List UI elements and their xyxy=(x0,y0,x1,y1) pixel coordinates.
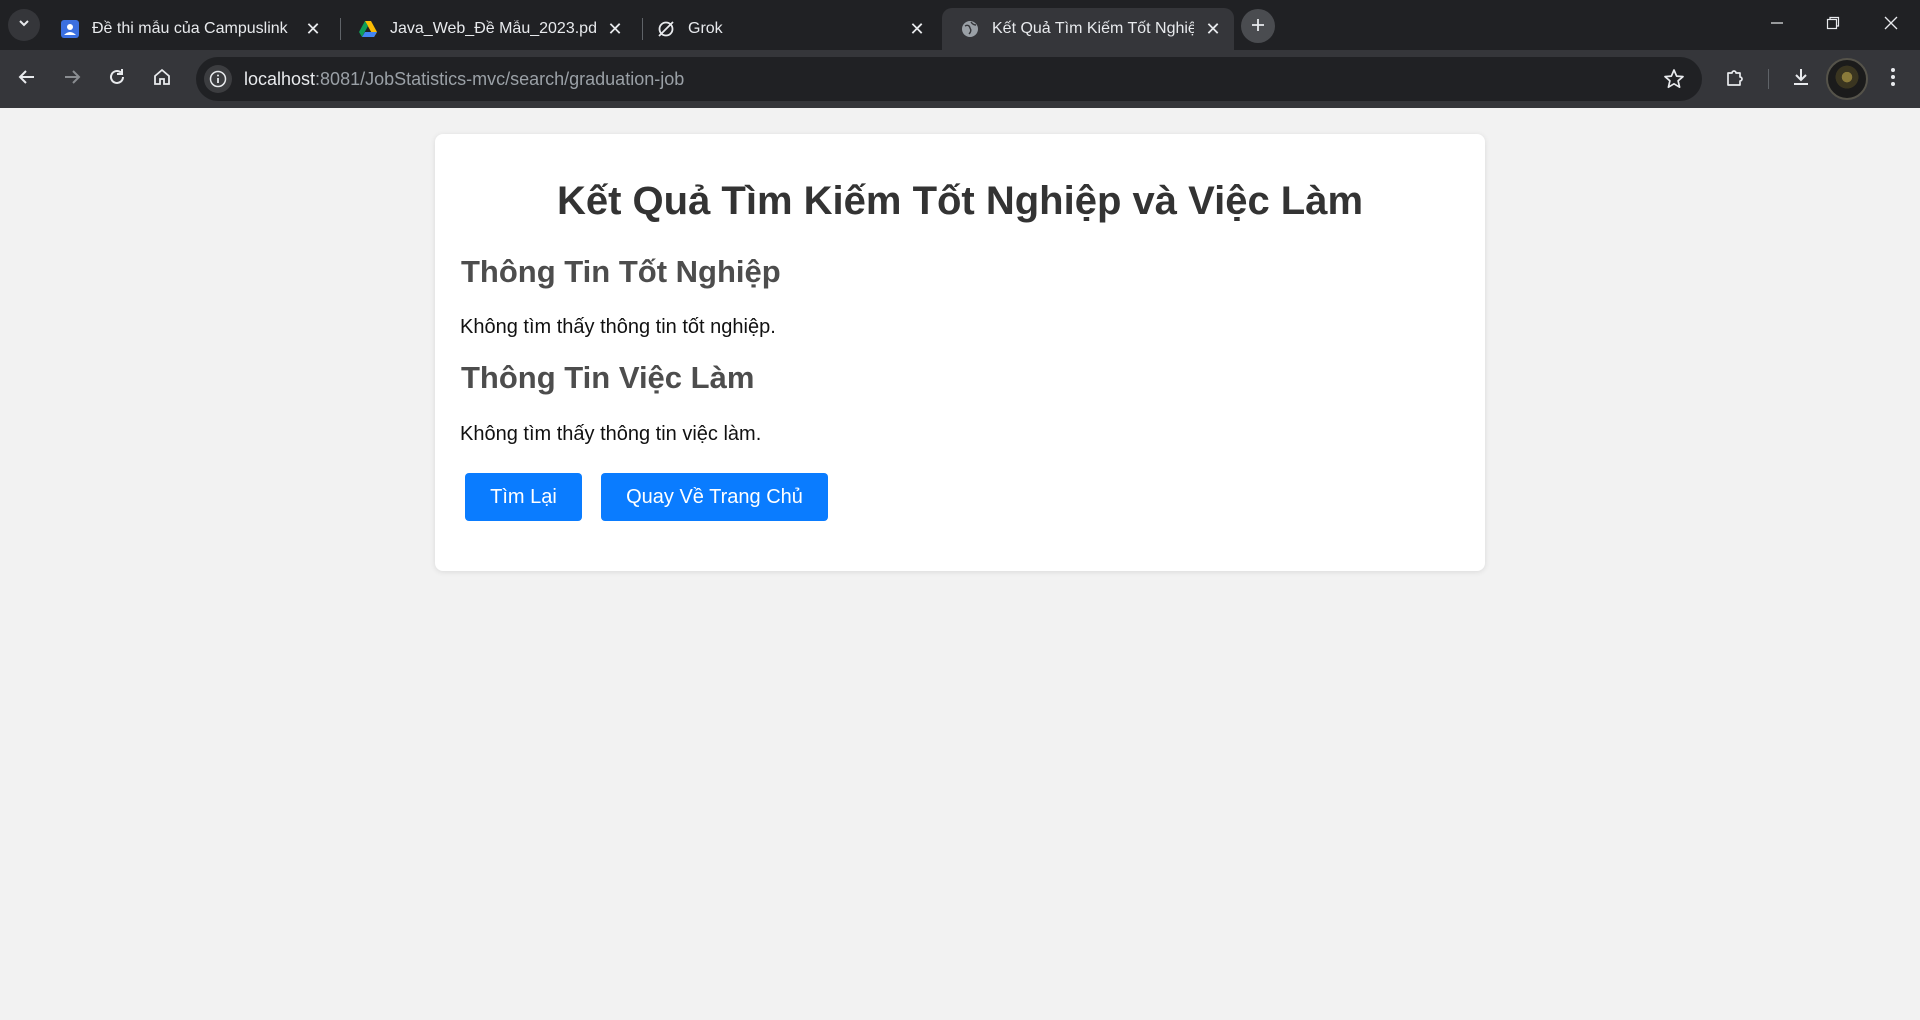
arrow-left-icon xyxy=(17,67,37,92)
toolbar-divider xyxy=(1768,69,1769,89)
close-icon[interactable]: ✕ xyxy=(1202,18,1224,40)
graduation-message: Không tìm thấy thông tin tốt nghiệp. xyxy=(460,316,776,338)
graduation-heading: Thông Tin Tốt Nghiệp xyxy=(461,254,781,289)
tab-title: Grok xyxy=(688,20,723,37)
bookmark-star-icon[interactable] xyxy=(1660,65,1688,93)
extensions-button[interactable] xyxy=(1718,62,1752,96)
grok-icon xyxy=(656,19,676,39)
download-icon xyxy=(1790,66,1812,93)
tab-search-results[interactable]: Kết Quả Tìm Kiếm Tốt Nghiệp và Việc Làm … xyxy=(942,8,1234,50)
job-message: Không tìm thấy thông tin việc làm. xyxy=(460,423,762,445)
restore-button[interactable] xyxy=(1813,8,1853,42)
url-host: localhost xyxy=(244,68,316,89)
kebab-menu-icon xyxy=(1889,66,1897,93)
site-info-icon[interactable] xyxy=(204,65,232,93)
globe-icon xyxy=(960,19,980,39)
address-bar[interactable]: localhost:8081/JobStatistics-mvc/search/… xyxy=(196,57,1702,101)
tab-title: Kết Quả Tìm Kiếm Tốt Nghiệp và Việc Làm xyxy=(992,20,1194,37)
menu-button[interactable] xyxy=(1876,62,1910,96)
puzzle-icon xyxy=(1724,66,1746,93)
restore-icon xyxy=(1826,16,1840,35)
tab-search-button[interactable] xyxy=(8,9,40,41)
forward-button[interactable] xyxy=(55,62,89,96)
tab-grok[interactable]: Grok ✕ xyxy=(638,8,938,50)
url-text: localhost:8081/JobStatistics-mvc/search/… xyxy=(244,69,684,90)
close-icon[interactable]: ✕ xyxy=(604,18,626,40)
tab-title: Java_Web_Đề Mẫu_2023.pdf - Google Drive xyxy=(390,20,596,37)
chevron-down-icon xyxy=(17,16,31,35)
profile-avatar[interactable] xyxy=(1826,58,1868,100)
reload-button[interactable] xyxy=(100,62,134,96)
arrow-right-icon xyxy=(62,67,82,92)
tab-google-drive[interactable]: Java_Web_Đề Mẫu_2023.pdf - Google Drive … xyxy=(340,8,636,50)
plus-icon xyxy=(1250,13,1266,39)
tab-campuslink[interactable]: Đề thi mẫu của Campuslink ✕ xyxy=(42,8,334,50)
close-icon xyxy=(1884,16,1898,35)
job-heading: Thông Tin Việc Làm xyxy=(461,360,755,395)
page-viewport: Kết Quả Tìm Kiếm Tốt Nghiệp và Việc Làm … xyxy=(0,108,1920,1020)
search-again-button[interactable]: Tìm Lại xyxy=(465,473,582,521)
page-title: Kết Quả Tìm Kiếm Tốt Nghiệp và Việc Làm xyxy=(556,179,1364,223)
minimize-icon xyxy=(1770,16,1784,35)
tab-title: Đề thi mẫu của Campuslink xyxy=(92,20,288,37)
downloads-button[interactable] xyxy=(1784,62,1818,96)
google-drive-icon xyxy=(358,19,378,39)
back-home-button[interactable]: Quay Về Trang Chủ xyxy=(601,473,828,521)
minimize-button[interactable] xyxy=(1757,8,1797,42)
campuslink-icon xyxy=(60,19,80,39)
close-icon[interactable]: ✕ xyxy=(302,18,324,40)
url-path: :8081/JobStatistics-mvc/search/graduatio… xyxy=(315,68,685,89)
close-window-button[interactable] xyxy=(1871,8,1911,42)
home-icon xyxy=(152,67,172,92)
home-button[interactable] xyxy=(145,62,179,96)
new-tab-button[interactable] xyxy=(1241,9,1275,43)
reload-icon xyxy=(107,67,127,92)
browser-toolbar: localhost:8081/JobStatistics-mvc/search/… xyxy=(0,50,1920,108)
close-icon[interactable]: ✕ xyxy=(906,18,928,40)
back-button[interactable] xyxy=(10,62,44,96)
result-card: Kết Quả Tìm Kiếm Tốt Nghiệp và Việc Làm … xyxy=(435,134,1485,571)
tab-strip: Đề thi mẫu của Campuslink ✕ Java_Web_Đề … xyxy=(0,0,1920,50)
